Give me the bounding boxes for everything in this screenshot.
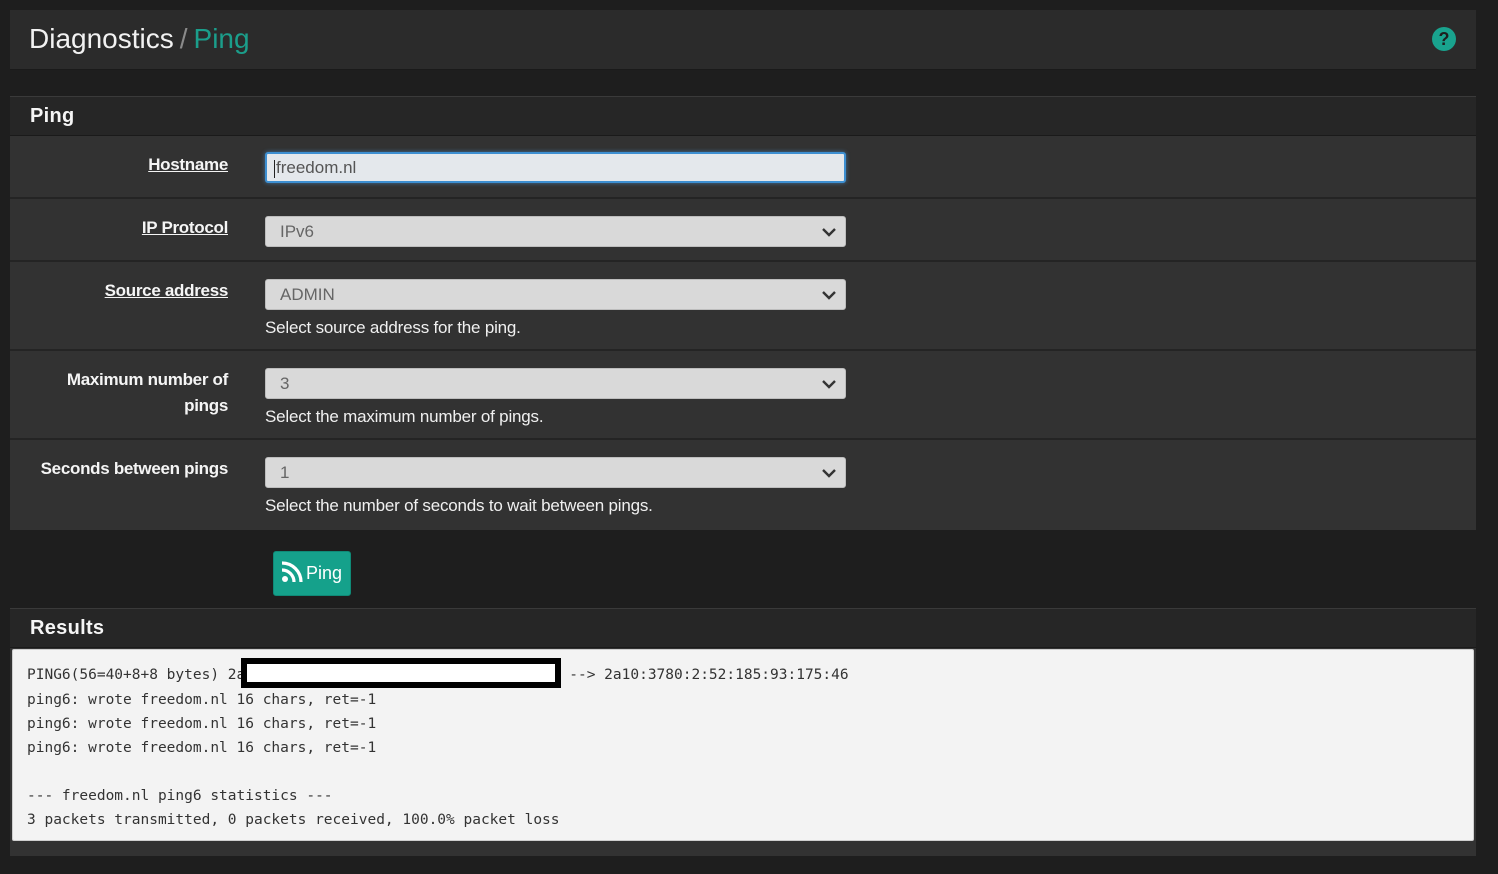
hostname-row: Hostname freedom.nl — [10, 136, 1476, 199]
hostname-label: Hostname — [148, 155, 228, 174]
hostname-value: freedom.nl — [276, 158, 357, 177]
results-line: ping6: wrote freedom.nl 16 chars, ret=-1 — [27, 692, 377, 708]
source-address-select[interactable]: ADMIN — [265, 279, 846, 310]
ping-button[interactable]: Ping — [273, 551, 351, 596]
question-circle-icon[interactable]: ? — [1432, 27, 1456, 51]
ip-protocol-select[interactable]: IPv6 — [265, 216, 846, 247]
max-pings-row: Maximum number of pings 3 Select the max… — [10, 351, 1476, 440]
results-line: ping6: wrote freedom.nl 16 chars, ret=-1 — [27, 716, 377, 732]
results-panel-title: Results — [10, 608, 1476, 648]
results-line: ping6: wrote freedom.nl 16 chars, ret=-1 — [27, 740, 377, 756]
ip-protocol-label: IP Protocol — [141, 218, 228, 237]
max-pings-label: Maximum number of pings — [66, 370, 228, 415]
source-address-label: Source address — [104, 281, 229, 300]
ping-panel: Ping Hostname freedom.nl IP Protocol IPv… — [10, 96, 1476, 530]
max-pings-help: Select the maximum number of pings. — [265, 407, 544, 426]
text-cursor — [274, 159, 275, 178]
source-address-help: Select source address for the ping. — [265, 318, 521, 337]
ping-button-label: Ping — [306, 563, 343, 583]
chevron-down-icon — [822, 291, 836, 300]
chevron-down-icon — [822, 380, 836, 389]
results-output: PING6(56=40+8+8 bytes) 2a --> 2a10:3780:2… — [12, 649, 1474, 841]
chevron-down-icon — [822, 469, 836, 478]
ip-protocol-value: IPv6 — [280, 222, 315, 241]
seconds-between-label: Seconds between pings — [40, 459, 229, 478]
seconds-between-value: 1 — [280, 463, 290, 482]
hostname-input[interactable]: freedom.nl — [265, 152, 846, 183]
breadcrumb: Diagnostics / Ping — [29, 23, 250, 55]
rss-icon — [281, 561, 303, 583]
results-line: 3 packets transmitted, 0 packets receive… — [27, 812, 560, 828]
max-pings-select[interactable]: 3 — [265, 368, 846, 399]
seconds-between-select[interactable]: 1 — [265, 457, 846, 488]
page-header: Diagnostics / Ping ? — [10, 10, 1476, 70]
seconds-between-row: Seconds between pings 1 Select the numbe… — [10, 440, 1476, 529]
chevron-down-icon — [822, 228, 836, 237]
redaction-box — [241, 658, 562, 688]
breadcrumb-ping[interactable]: Ping — [194, 23, 250, 54]
results-line-1-prefix: PING6(56=40+8+8 bytes) 2a — [27, 667, 246, 683]
results-line-1-suffix: --> 2a10:3780:2:52:185:93:175:46 — [569, 667, 849, 683]
breadcrumb-diagnostics[interactable]: Diagnostics — [29, 23, 174, 54]
ping-panel-title: Ping — [10, 96, 1476, 136]
source-address-row: Source address ADMIN Select source addre… — [10, 262, 1476, 351]
ip-protocol-row: IP Protocol IPv6 — [10, 199, 1476, 262]
max-pings-value: 3 — [280, 374, 290, 393]
source-address-value: ADMIN — [280, 285, 335, 304]
results-line: --- freedom.nl ping6 statistics --- — [27, 788, 333, 804]
seconds-between-help: Select the number of seconds to wait bet… — [265, 496, 653, 515]
breadcrumb-separator: / — [179, 23, 188, 54]
